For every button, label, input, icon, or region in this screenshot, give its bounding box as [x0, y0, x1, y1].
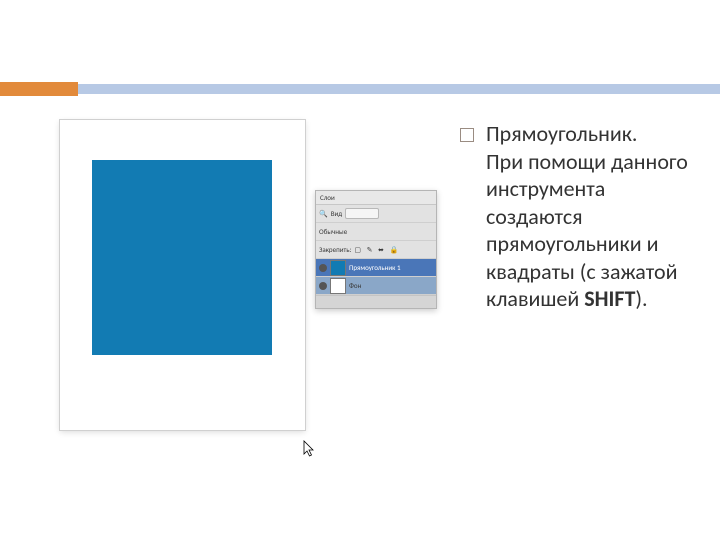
layer-thumb — [330, 278, 346, 294]
magnifier-icon: 🔍 — [319, 209, 328, 218]
accent-bar — [0, 84, 720, 94]
layer-name: Фон — [349, 281, 361, 290]
view-dropdown[interactable] — [345, 208, 379, 219]
editor-canvas — [60, 120, 305, 430]
description: Прямоугольник. При помощи данного инстру… — [460, 120, 690, 500]
desc-title: Прямоугольник. — [486, 120, 637, 147]
layers-panel: Слои 🔍 Вид Обычные Закрепить: ▢ ✎ ⬌ 🔒 Пр… — [315, 190, 437, 309]
blend-mode-label: Обычные — [319, 227, 347, 236]
slide-body: Слои 🔍 Вид Обычные Закрепить: ▢ ✎ ⬌ 🔒 Пр… — [60, 120, 690, 500]
screenshot: Слои 🔍 Вид Обычные Закрепить: ▢ ✎ ⬌ 🔒 Пр… — [60, 120, 430, 450]
cursor-icon — [303, 440, 315, 458]
layer-thumb — [330, 260, 346, 276]
layers-tab-label: Слои — [320, 193, 335, 202]
bullet-icon — [460, 128, 474, 142]
lock-row: Закрепить: ▢ ✎ ⬌ 🔒 — [316, 241, 436, 259]
layer-name: Прямоугольник 1 — [349, 263, 401, 272]
panel-footer — [316, 295, 436, 308]
layer-row-rectangle[interactable]: Прямоугольник 1 — [316, 259, 436, 277]
lock-label: Закрепить: — [319, 245, 351, 254]
desc-shift: SHIFT — [584, 285, 635, 312]
layers-view-row: 🔍 Вид — [316, 205, 436, 223]
layer-row-background[interactable]: Фон — [316, 277, 436, 295]
lock-icons[interactable]: ▢ ✎ ⬌ 🔒 — [354, 245, 400, 254]
blue-rectangle — [92, 160, 272, 355]
visibility-eye-icon[interactable] — [319, 264, 327, 272]
desc-body-2: ). — [635, 285, 647, 312]
visibility-eye-icon[interactable] — [319, 282, 327, 290]
layers-tab[interactable]: Слои — [316, 191, 436, 205]
blend-mode-row[interactable]: Обычные — [316, 223, 436, 241]
view-label: Вид — [331, 209, 343, 218]
